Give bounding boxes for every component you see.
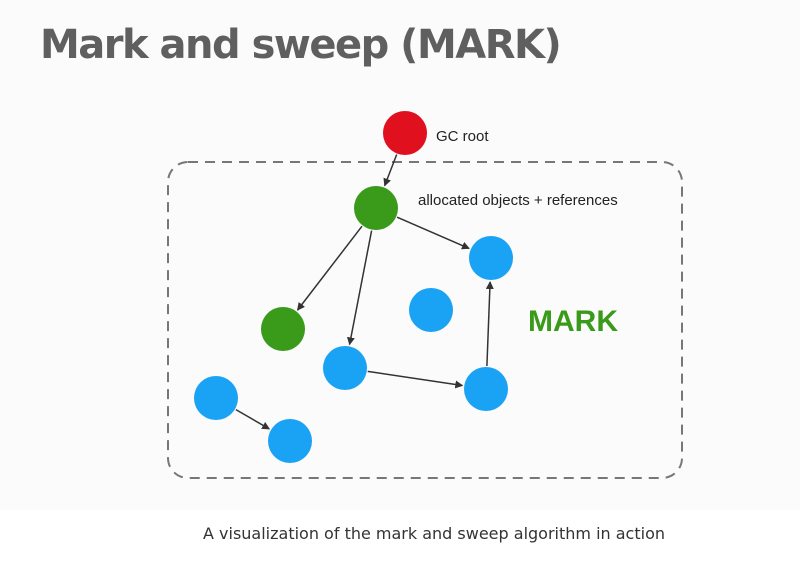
mark-phase-label: MARK [528, 305, 618, 338]
unmarked-node-f [464, 367, 508, 411]
marked-node-a [354, 186, 398, 230]
mark-and-sweep-diagram: GC root allocated objects + references M… [167, 111, 683, 479]
unmarked-node-e [323, 346, 367, 390]
reference-arrow-g-h [235, 408, 271, 430]
reference-arrow-a-b [296, 225, 363, 311]
unmarked-node-h [268, 419, 312, 463]
reference-arrow-f-c [485, 281, 494, 367]
unmarked-node-g [194, 376, 238, 420]
slide: Mark and sweep (MARK) GC root allocated … [0, 0, 800, 510]
unmarked-node-c [469, 236, 513, 280]
reference-arrow-root-a [383, 154, 398, 187]
unmarked-node-d [409, 288, 453, 332]
marked-node-b [261, 307, 305, 351]
figure-caption: A visualization of the mark and sweep al… [203, 524, 665, 543]
reference-arrow-a-c [396, 216, 470, 250]
gc-root-node-root [383, 111, 427, 155]
gc-root-label: GC root [436, 128, 489, 145]
allocated-objects-label: allocated objects + references [418, 192, 618, 209]
object-nodes [194, 111, 513, 463]
reference-arrow-a-e [347, 230, 373, 346]
reference-arrow-e-f [367, 370, 464, 389]
